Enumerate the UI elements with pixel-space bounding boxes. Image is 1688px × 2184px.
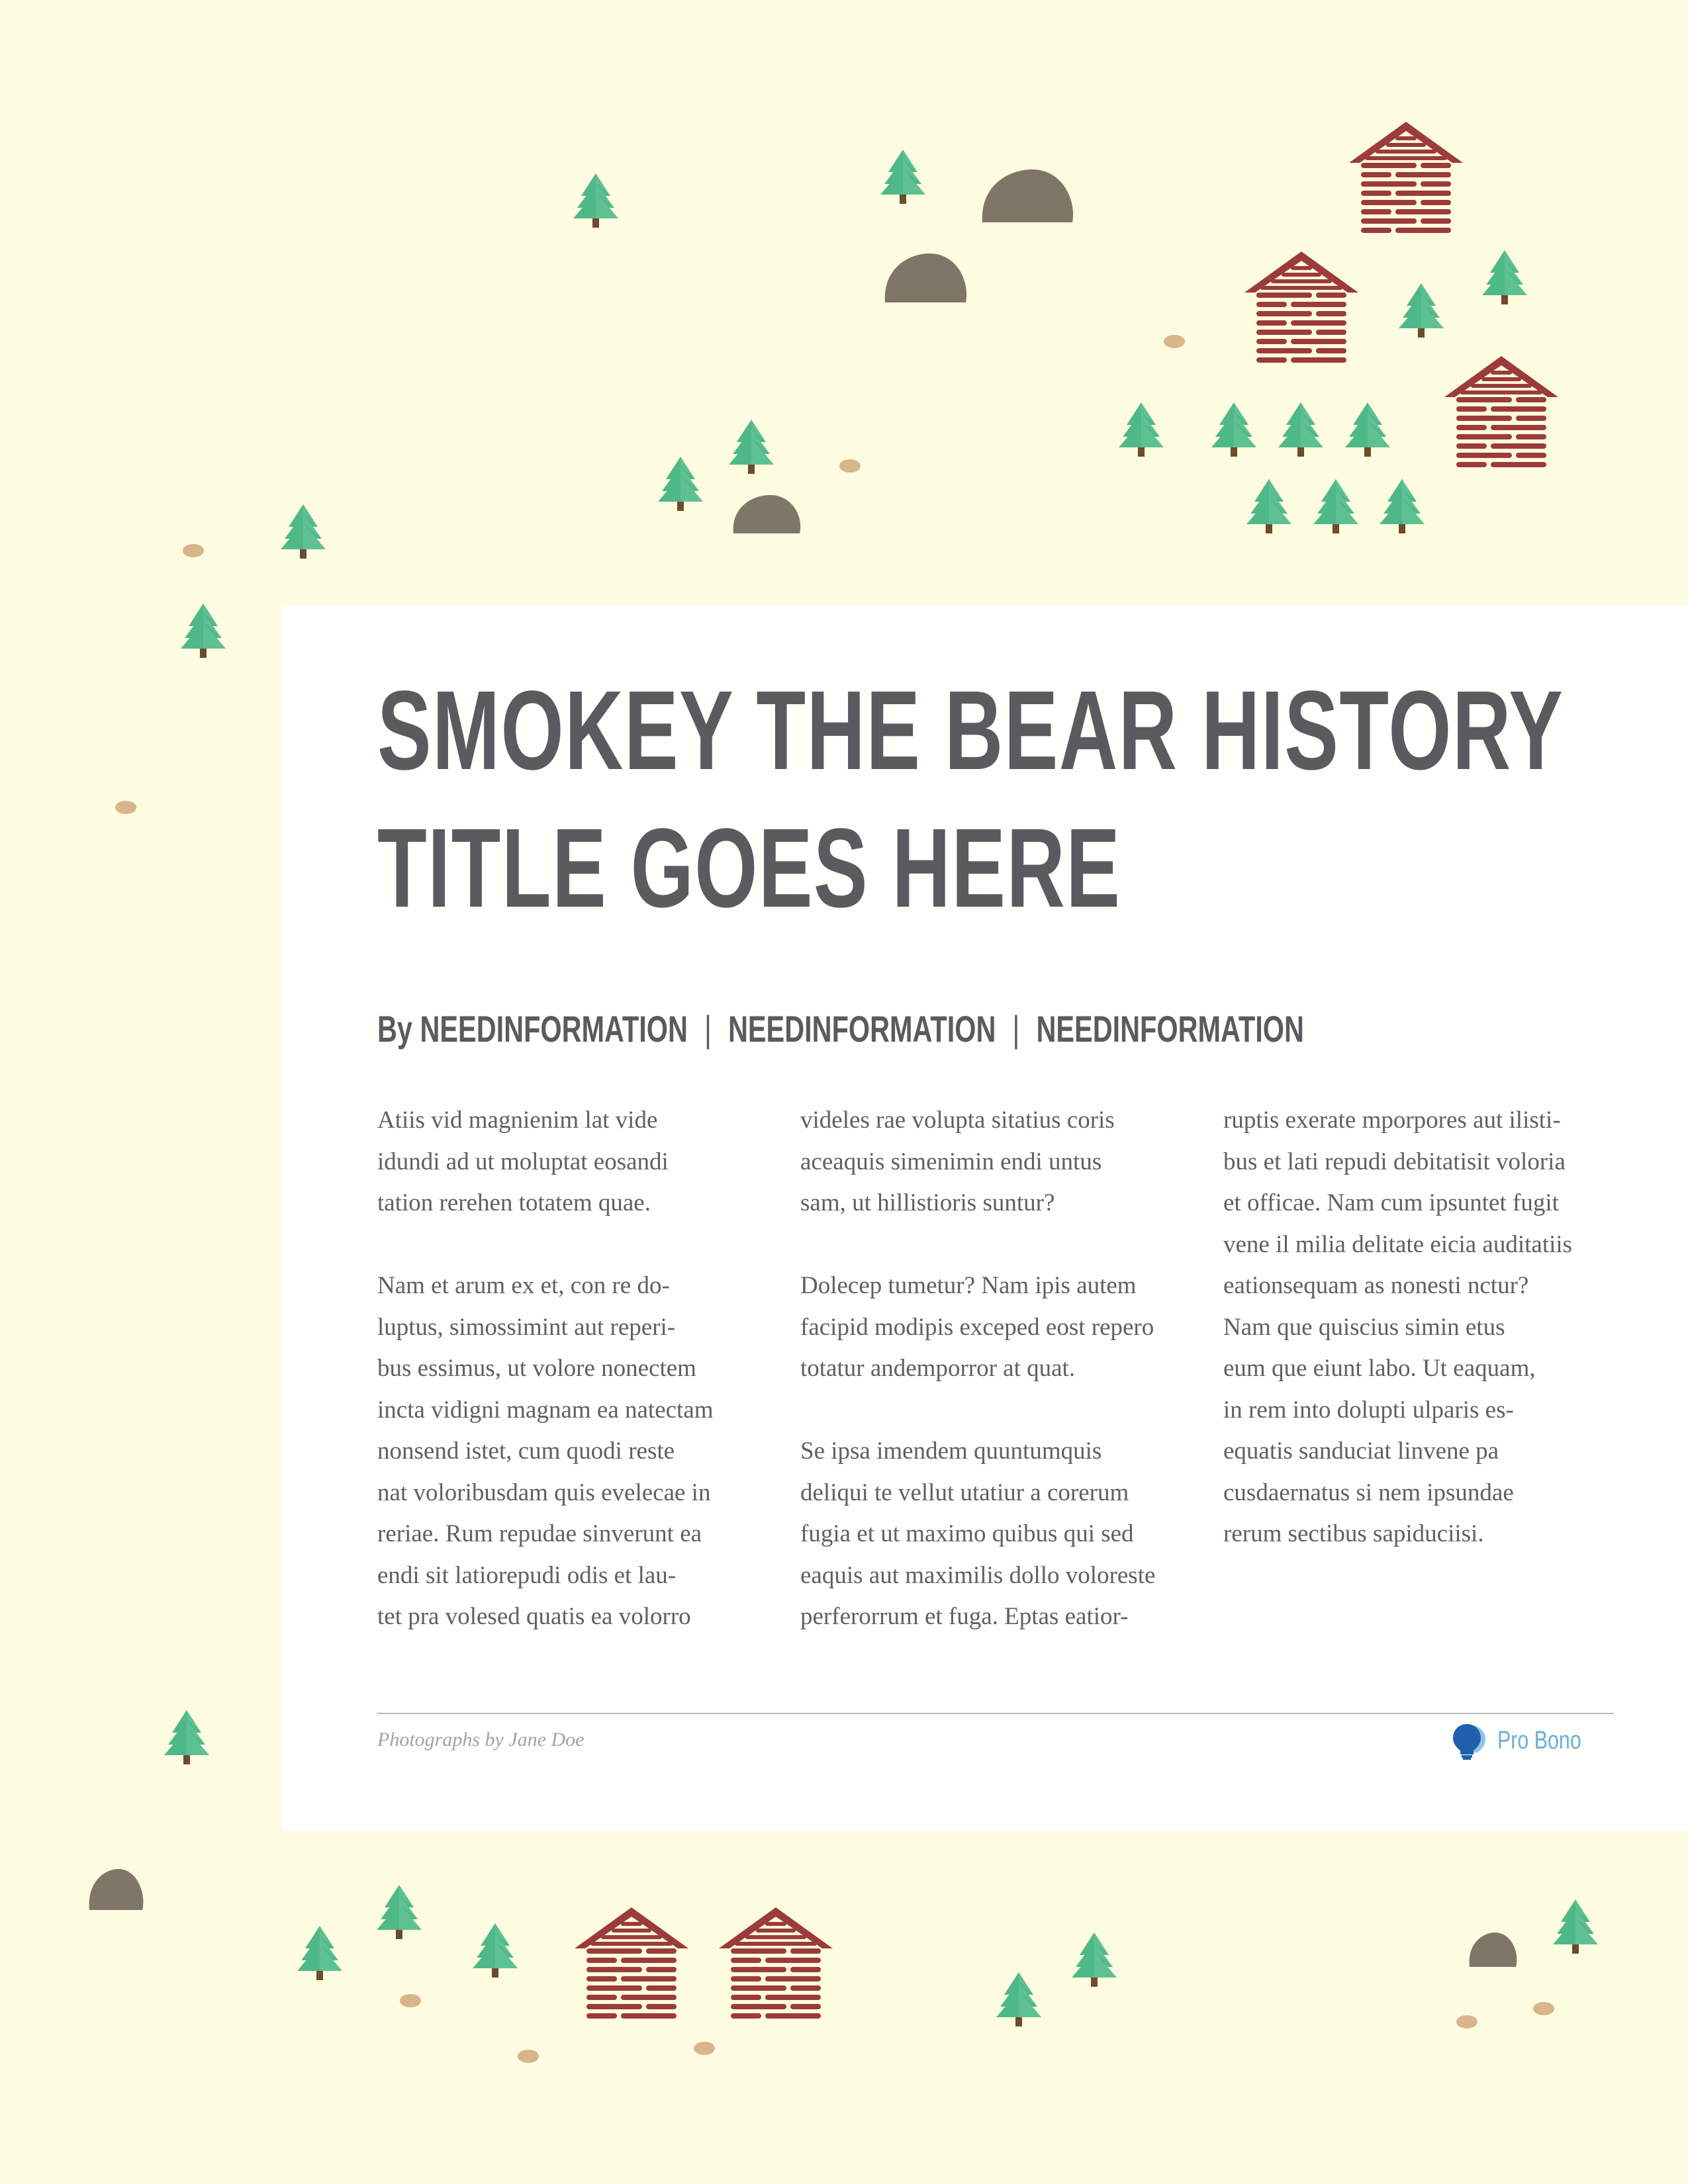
- boulder-icon: [89, 1869, 144, 1910]
- tree-stump-icon: [1164, 335, 1185, 348]
- paragraph: Se ipsa imendem quuntumquis deliqui te ve…: [800, 1431, 1178, 1638]
- paragraph: ruptis exerate mporpores aut ilisti-bus …: [1223, 1100, 1601, 1555]
- log-cabin-icon: [1444, 356, 1558, 467]
- paragraph: Nam et arum ex et, con re do-luptus, sim…: [377, 1265, 755, 1638]
- text-line: aceaquis simenimin endi untus: [800, 1148, 1102, 1175]
- boulder-icon: [884, 253, 967, 302]
- boulder-icon: [982, 169, 1074, 222]
- pine-tree-icon: [1482, 250, 1527, 304]
- text-line: perferorrum et fuga. Eptas eatior-: [800, 1603, 1129, 1630]
- title-line-2: TITLE GOES HERE: [377, 805, 1121, 931]
- tree-stump-icon: [1533, 2002, 1554, 2015]
- pine-tree-icon: [658, 457, 703, 511]
- text-line: Se ipsa imendem quuntumquis: [800, 1437, 1102, 1465]
- text-line: eationsequam as nonesti nctur?: [1223, 1272, 1529, 1299]
- pro-bono-logo[interactable]: Pro Bono: [1450, 1721, 1602, 1760]
- paragraph: Dolecep tumetur? Nam ipis autem facipid m…: [800, 1265, 1178, 1390]
- text-line: tet pra volesed quatis ea volorro: [377, 1603, 691, 1630]
- tree-stump-icon: [694, 2042, 715, 2055]
- pine-tree-icon: [1072, 1933, 1117, 1987]
- text-line: tation rerehen totatem quae.: [377, 1189, 651, 1216]
- tree-stump-icon: [400, 1994, 421, 2007]
- pine-tree-icon: [377, 1885, 422, 1939]
- text-line: fugia et ut maximo quibus qui sed: [800, 1520, 1134, 1547]
- text-line: reriae. Rum repudae sinverunt ea: [377, 1520, 702, 1547]
- pine-tree-icon: [1345, 402, 1390, 457]
- text-line: bus et lati repudi debitatisit voloria: [1223, 1148, 1566, 1175]
- text-line: deliqui te vellut utatiur a corerum: [800, 1479, 1129, 1506]
- pine-tree-icon: [573, 173, 618, 228]
- pine-tree-icon: [1380, 479, 1425, 533]
- text-line: totatur andemporror at quat.: [800, 1355, 1076, 1382]
- text-line: eaquis aut maximilis dollo voloreste: [800, 1561, 1156, 1589]
- body-column-3: ruptis exerate mporpores aut ilisti-bus …: [1223, 1100, 1601, 1596]
- text-line: et officae. Nam cum ipsuntet fugit: [1223, 1189, 1559, 1216]
- text-line: nonsend istet, cum quodi reste: [377, 1437, 675, 1465]
- paragraph: Atiis vid magnienim lat vide idundi ad ut…: [377, 1100, 755, 1224]
- pine-tree-icon: [1278, 402, 1323, 457]
- text-line: videles rae volupta sitatius coris: [800, 1107, 1115, 1134]
- pine-tree-icon: [1399, 283, 1444, 338]
- tree-stump-icon: [839, 459, 861, 473]
- text-line: idundi ad ut moluptat eosandi: [377, 1148, 669, 1175]
- pine-tree-icon: [1553, 1899, 1598, 1954]
- text-line: Nam que quiscius simin etus: [1223, 1313, 1505, 1341]
- pine-tree-icon: [1211, 402, 1256, 457]
- tree-stump-icon: [183, 544, 204, 557]
- byline-prefix: By: [377, 1008, 412, 1050]
- text-line: vene il milia delitate eicia auditatiis: [1223, 1230, 1573, 1258]
- byline-field-3: NEEDINFORMATION: [1036, 1008, 1304, 1050]
- pine-tree-icon: [996, 1972, 1041, 2026]
- byline-separator: |: [1012, 1008, 1020, 1050]
- byline-separator: |: [704, 1008, 712, 1050]
- pine-tree-icon: [281, 504, 326, 559]
- byline-name: NEEDINFORMATION: [420, 1008, 688, 1050]
- text-line: incta vidigni magnam ea natectam: [377, 1396, 714, 1424]
- text-line: nat voloribusdam quis evelecae in: [377, 1479, 711, 1506]
- pine-tree-icon: [164, 1710, 209, 1764]
- text-line: Dolecep tumetur? Nam ipis autem: [800, 1272, 1137, 1299]
- text-line: Nam et arum ex et, con re do-: [377, 1272, 670, 1299]
- log-cabin-icon: [719, 1907, 833, 2019]
- text-line: in rem into dolupti ulparis es-: [1223, 1396, 1514, 1424]
- text-line: bus essimus, ut volore nonectem: [377, 1355, 696, 1382]
- log-cabin-icon: [1349, 122, 1463, 233]
- log-cabin-icon: [575, 1907, 688, 2019]
- byline-field-2: NEEDINFORMATION: [727, 1008, 996, 1050]
- photo-credit: Photographs by Jane Doe: [377, 1729, 585, 1751]
- paragraph: videles rae volupta sitatius coris aceaqu…: [800, 1100, 1178, 1224]
- pine-tree-icon: [1119, 402, 1164, 457]
- pine-tree-icon: [473, 1923, 518, 1978]
- lightbulb-icon: [1453, 1724, 1485, 1760]
- text-line: cusdaernatus si nem ipsundae: [1223, 1479, 1514, 1506]
- pine-tree-icon: [1246, 479, 1291, 533]
- log-cabin-icon: [1244, 251, 1358, 363]
- pine-tree-icon: [1313, 479, 1358, 533]
- tree-stump-icon: [518, 2050, 539, 2063]
- text-line: equatis sanduciat linvene pa: [1223, 1437, 1499, 1465]
- pine-tree-icon: [297, 1926, 342, 1980]
- article-title: SMOKEY THE BEAR HISTORY TITLE GOES HERE: [377, 662, 1563, 937]
- tree-stump-icon: [1456, 2015, 1477, 2028]
- logo-text: Pro Bono: [1497, 1726, 1581, 1754]
- pine-tree-icon: [880, 150, 925, 204]
- tree-stump-icon: [115, 801, 136, 814]
- boulder-icon: [733, 495, 801, 533]
- body-column-2: videles rae volupta sitatius coris aceaqu…: [800, 1100, 1178, 1679]
- boulder-icon: [1469, 1933, 1517, 1967]
- text-line: endi sit latiorepudi odis et lau-: [377, 1561, 677, 1589]
- text-line: facipid modipis exceped eost repero: [800, 1313, 1154, 1341]
- text-line: rerum sectibus sapiduciisi.: [1223, 1520, 1484, 1547]
- text-line: sam, ut hillistioris suntur?: [800, 1189, 1055, 1216]
- text-line: luptus, simossimint aut reperi-: [377, 1313, 676, 1341]
- text-line: Atiis vid magnienim lat vide: [377, 1107, 658, 1134]
- text-line: ruptis exerate mporpores aut ilisti-: [1223, 1107, 1561, 1134]
- body-column-1: Atiis vid magnienim lat vide idundi ad ut…: [377, 1100, 755, 1679]
- pine-tree-icon: [181, 604, 226, 658]
- pine-tree-icon: [729, 420, 774, 474]
- title-line-1: SMOKEY THE BEAR HISTORY: [377, 668, 1564, 794]
- footer-divider: [377, 1713, 1614, 1714]
- byline: By NEEDINFORMATION | NEEDINFORMATION | NEEDI…: [377, 1006, 1304, 1052]
- text-line: eum que eiunt labo. Ut eaquam,: [1223, 1355, 1536, 1382]
